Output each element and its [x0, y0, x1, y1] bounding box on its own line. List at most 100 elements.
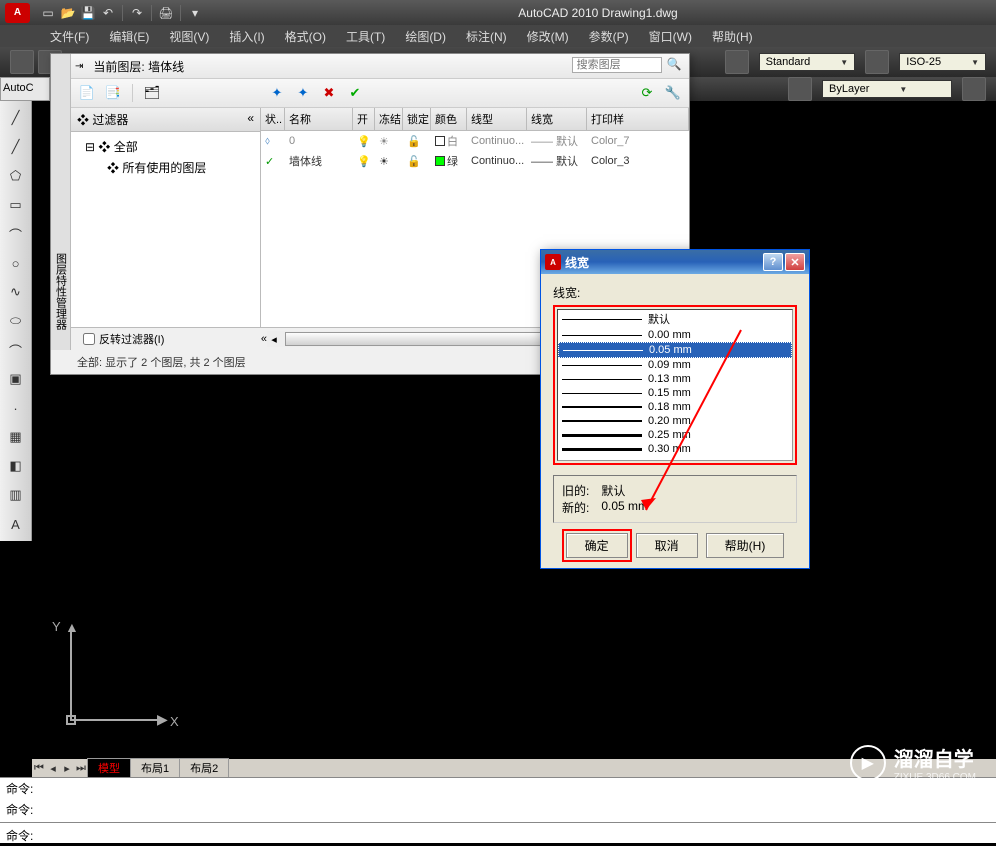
- pin-icon[interactable]: ⇥: [75, 61, 83, 72]
- lineweight-item[interactable]: 0.00 mm: [558, 328, 792, 342]
- text-style-dropdown[interactable]: Standard: [759, 53, 856, 71]
- lineweight-list[interactable]: 默认0.00 mm0.05 mm0.09 mm0.13 mm0.15 mm0.1…: [557, 309, 793, 461]
- new-group-icon[interactable]: ✦: [293, 83, 313, 103]
- color-icon[interactable]: [788, 77, 812, 101]
- settings-icon[interactable]: 🔧: [663, 83, 683, 103]
- menu-format[interactable]: 格式(O): [275, 28, 336, 45]
- arc-icon[interactable]: ⌒: [2, 220, 30, 248]
- delete-layer-icon[interactable]: ✖: [319, 83, 339, 103]
- search-icon[interactable]: 🔍: [665, 57, 683, 75]
- play-icon: ▶: [850, 745, 886, 781]
- first-tab-icon[interactable]: ⏮: [32, 762, 46, 775]
- layer-row[interactable]: ✓ 墙体线 💡 ☀ 🔓 绿 Continuo... —— 默认 Color_3: [261, 151, 689, 171]
- tree-sub[interactable]: ❖ 所有使用的图层: [75, 157, 256, 178]
- lineweight-item[interactable]: 0.05 mm: [558, 342, 792, 358]
- region-icon[interactable]: ◧: [2, 452, 30, 480]
- menu-help[interactable]: 帮助(H): [702, 28, 763, 45]
- lineweight-item[interactable]: 0.25 mm: [558, 428, 792, 442]
- lineweight-item[interactable]: 0.30 mm: [558, 442, 792, 456]
- left-toolbar: ╱ ╱ ⬠ ▭ ⌒ ○ ∿ ⬭ ⌒ ▣ · ▦ ◧ ▥ A: [0, 101, 32, 541]
- new-layer-freeze-icon[interactable]: 📑: [103, 83, 123, 103]
- set-current-icon[interactable]: ✔: [345, 83, 365, 103]
- dialog-title: 线宽: [565, 254, 589, 271]
- menu-insert[interactable]: 插入(I): [219, 28, 274, 45]
- command-area[interactable]: 命令: 命令: 命令:: [0, 777, 996, 843]
- last-tab-icon[interactable]: ⏭: [74, 762, 88, 775]
- lineweight-item[interactable]: 0.09 mm: [558, 358, 792, 372]
- menu-params[interactable]: 参数(P): [579, 28, 639, 45]
- next-tab-icon[interactable]: ▸: [60, 762, 74, 775]
- save-icon[interactable]: 💾: [79, 4, 97, 22]
- dim-style-icon[interactable]: [865, 50, 889, 74]
- table-icon[interactable]: ▥: [2, 481, 30, 509]
- block-icon[interactable]: ▣: [2, 365, 30, 393]
- refresh-icon[interactable]: ⟳: [637, 83, 657, 103]
- open-icon[interactable]: 📂: [59, 4, 77, 22]
- list-label: 线宽:: [553, 284, 797, 301]
- lineweight-item[interactable]: 0.18 mm: [558, 400, 792, 414]
- help-button[interactable]: 帮助(H): [706, 533, 785, 558]
- close-icon[interactable]: ✕: [785, 253, 805, 271]
- col-name[interactable]: 名称: [285, 108, 353, 130]
- menu-view[interactable]: 视图(V): [159, 28, 219, 45]
- prev-tab-icon[interactable]: ◂: [46, 762, 60, 775]
- col-plot[interactable]: 打印样: [587, 108, 689, 130]
- help-icon[interactable]: ?: [763, 253, 783, 271]
- quick-access-toolbar: A ▭ 📂 💾 ↶ ↷ 🖨 ▾ AutoCAD 2010 Drawing1.dw…: [0, 0, 996, 25]
- ribbon-tool-icon[interactable]: [10, 50, 34, 74]
- ellipse-icon[interactable]: ⬭: [2, 307, 30, 335]
- text-style-icon[interactable]: [725, 50, 749, 74]
- text-icon[interactable]: A: [2, 510, 30, 538]
- dropdown-icon[interactable]: ▾: [186, 4, 204, 22]
- col-lock[interactable]: 锁定: [403, 108, 431, 130]
- col-status[interactable]: 状..: [261, 108, 285, 130]
- lineweight-item[interactable]: 默认: [558, 310, 792, 328]
- lineweight-item[interactable]: 0.15 mm: [558, 386, 792, 400]
- new-filter-icon[interactable]: ✦: [267, 83, 287, 103]
- polyline-icon[interactable]: ╱: [2, 133, 30, 161]
- menu-draw[interactable]: 绘图(D): [395, 28, 456, 45]
- point-icon[interactable]: ·: [2, 394, 30, 422]
- new-icon[interactable]: ▭: [39, 4, 57, 22]
- tab-model[interactable]: 模型: [87, 758, 131, 778]
- layer-row[interactable]: ⬨ 0 💡 ☀ 🔓 白 Continuo... —— 默认 Color_7: [261, 131, 689, 151]
- spline-icon[interactable]: ∿: [2, 278, 30, 306]
- ellipse-arc-icon[interactable]: ⌒: [2, 336, 30, 364]
- menu-dimension[interactable]: 标注(N): [456, 28, 517, 45]
- hatch-icon[interactable]: ▦: [2, 423, 30, 451]
- lineweight-item[interactable]: 0.20 mm: [558, 414, 792, 428]
- col-color[interactable]: 颜色: [431, 108, 467, 130]
- tree-root[interactable]: ⊟ ❖ 全部: [75, 136, 256, 157]
- redo-icon[interactable]: ↷: [128, 4, 146, 22]
- menu-edit[interactable]: 编辑(E): [99, 28, 159, 45]
- cmd-history: 命令:: [0, 778, 996, 799]
- new-layer-icon[interactable]: 📄: [77, 83, 97, 103]
- bylayer-dropdown[interactable]: ByLayer: [822, 80, 952, 98]
- dialog-titlebar[interactable]: A 线宽 ? ✕: [541, 250, 809, 274]
- lineweight-item[interactable]: 0.13 mm: [558, 372, 792, 386]
- tab-layout2[interactable]: 布局2: [179, 758, 229, 778]
- undo-icon[interactable]: ↶: [99, 4, 117, 22]
- col-lineweight[interactable]: 线宽: [527, 108, 587, 130]
- ok-button[interactable]: 确定: [566, 533, 628, 558]
- app-logo[interactable]: A: [5, 3, 30, 23]
- line-icon[interactable]: ╱: [2, 104, 30, 132]
- col-on[interactable]: 开: [353, 108, 375, 130]
- col-linetype[interactable]: 线型: [467, 108, 527, 130]
- menu-file[interactable]: 文件(F): [40, 28, 99, 45]
- print-icon[interactable]: 🖨: [157, 4, 175, 22]
- invert-filter-checkbox[interactable]: [83, 333, 95, 345]
- rectangle-icon[interactable]: ▭: [2, 191, 30, 219]
- menu-tools[interactable]: 工具(T): [336, 28, 395, 45]
- circle-icon[interactable]: ○: [2, 249, 30, 277]
- ribbon-tool-icon[interactable]: [962, 77, 986, 101]
- polygon-icon[interactable]: ⬠: [2, 162, 30, 190]
- layer-states-icon[interactable]: 🗂: [142, 83, 162, 103]
- menu-modify[interactable]: 修改(M): [517, 28, 579, 45]
- tab-layout1[interactable]: 布局1: [130, 758, 180, 778]
- search-input[interactable]: [572, 57, 662, 73]
- cancel-button[interactable]: 取消: [636, 533, 698, 558]
- col-freeze[interactable]: 冻结: [375, 108, 403, 130]
- dim-style-dropdown[interactable]: ISO-25: [899, 53, 986, 71]
- menu-window[interactable]: 窗口(W): [639, 28, 702, 45]
